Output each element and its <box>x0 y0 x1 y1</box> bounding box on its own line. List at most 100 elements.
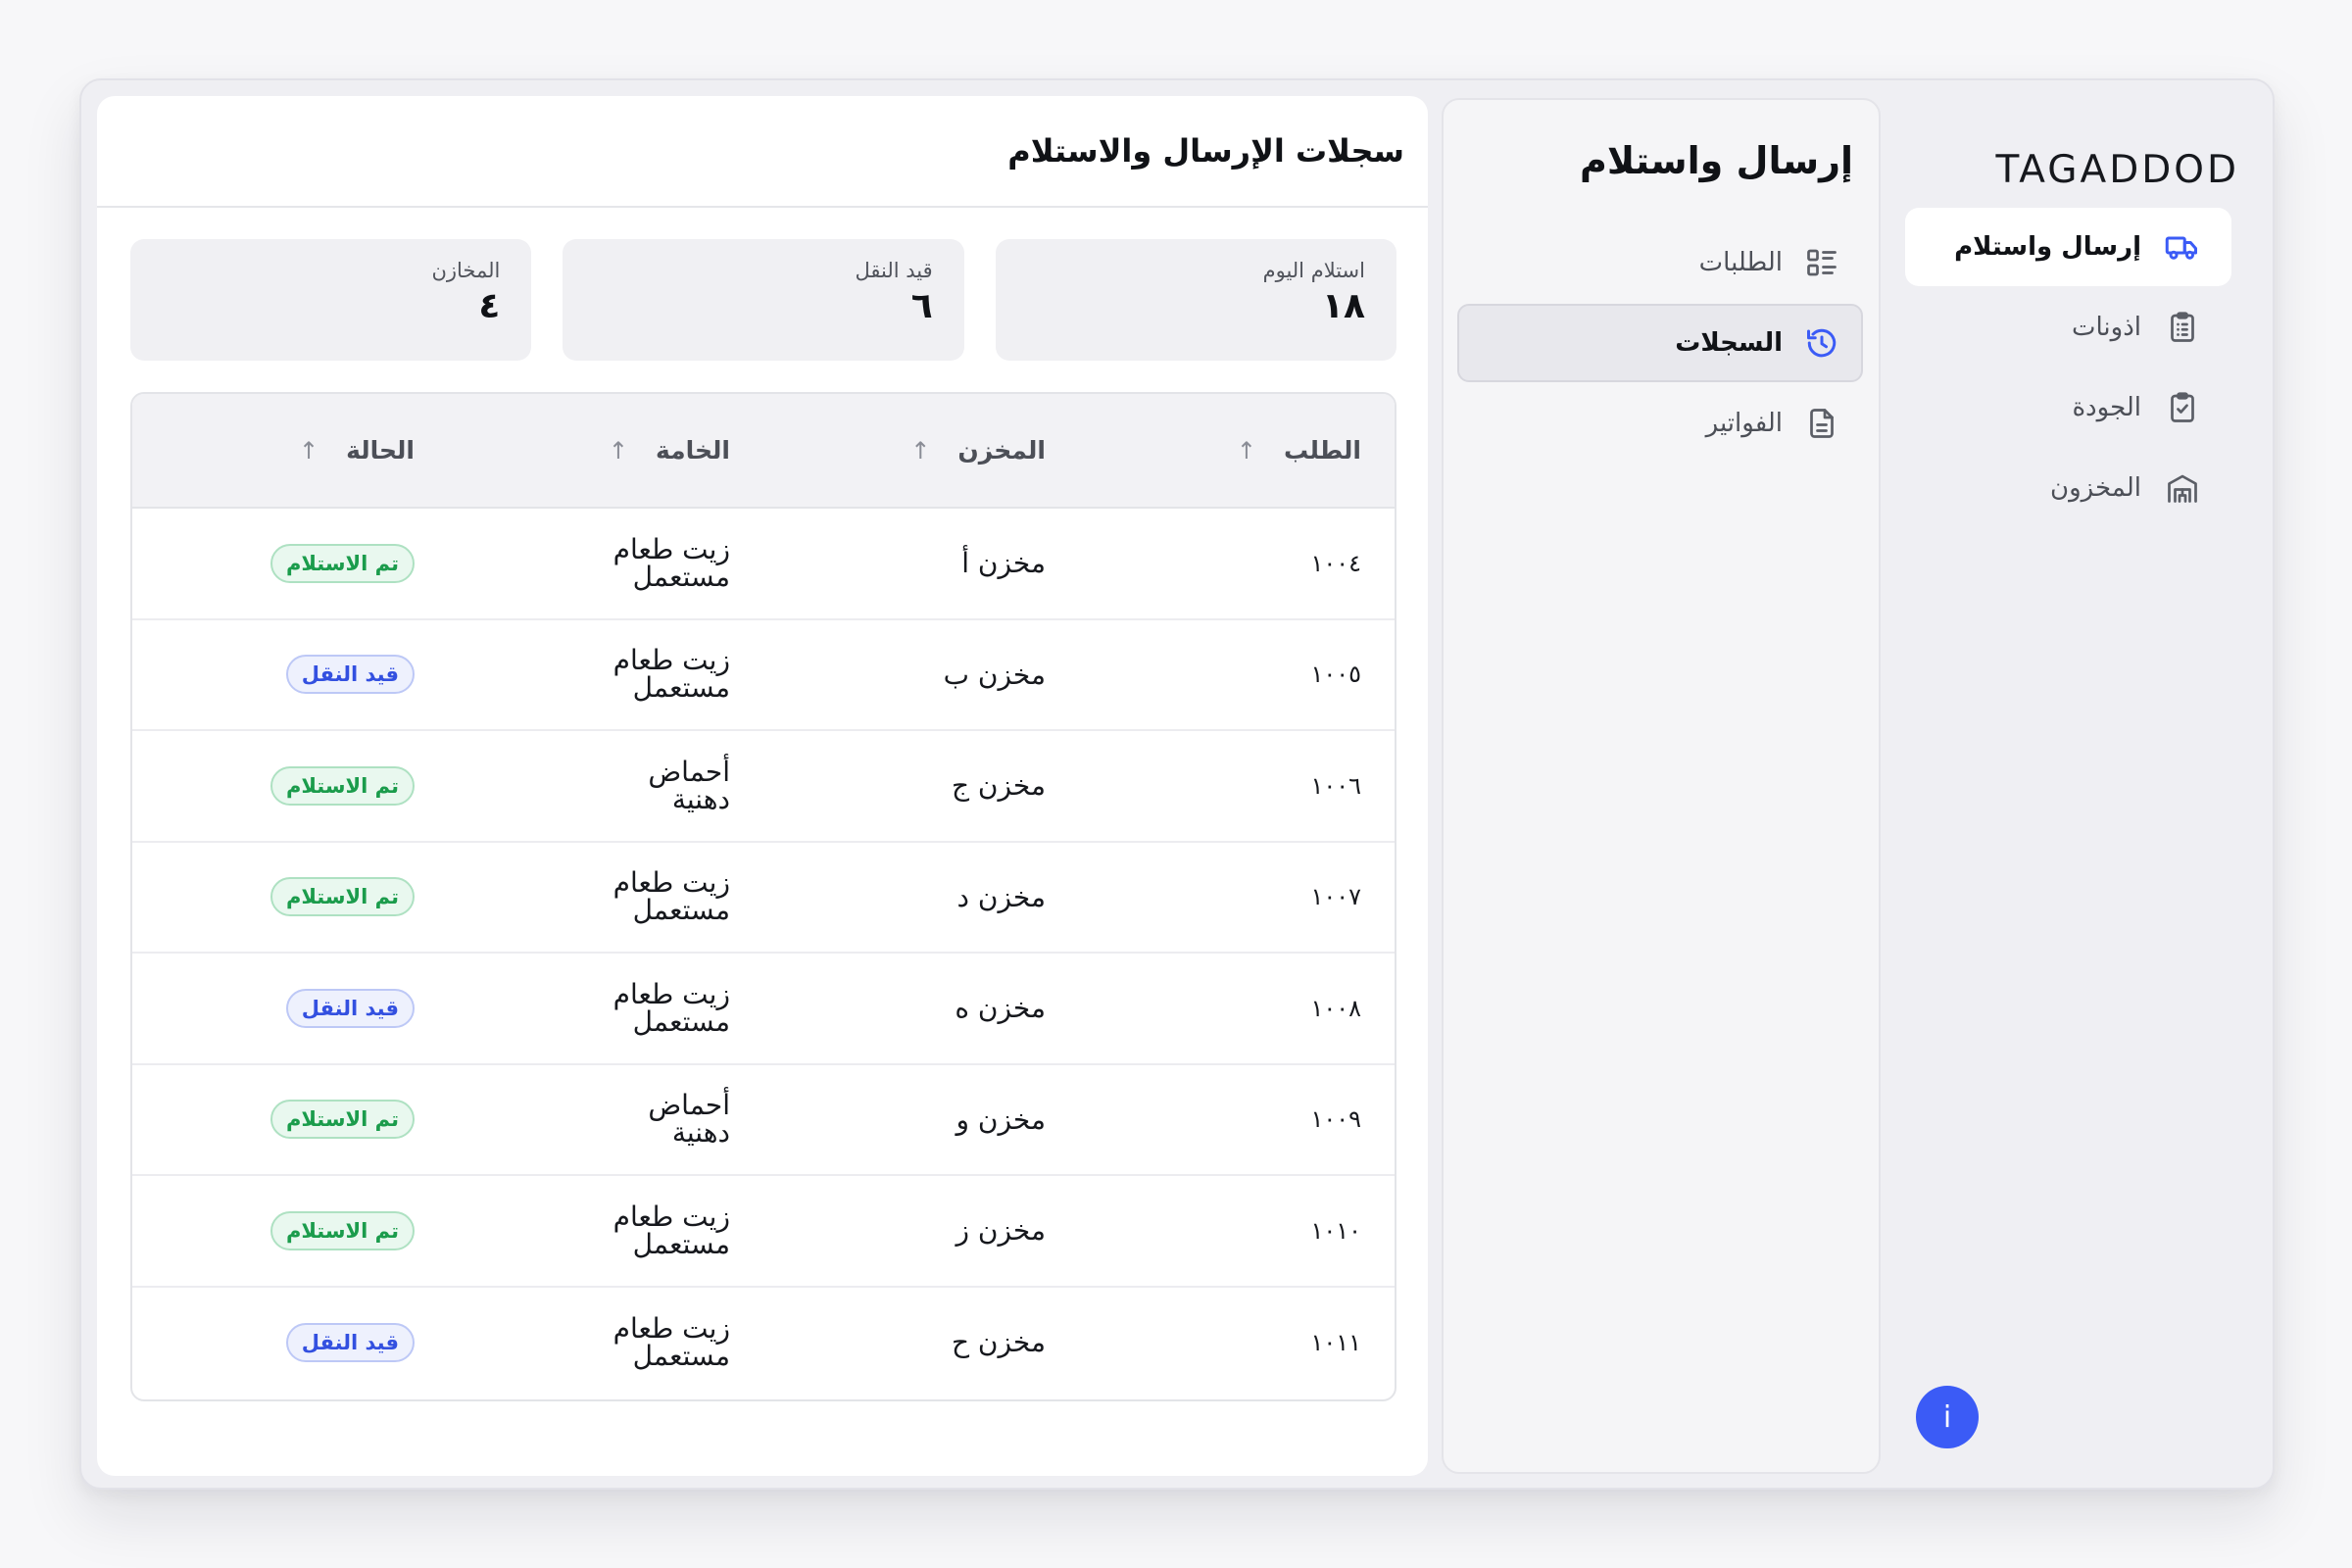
sub-item-label: الطلبات <box>1698 248 1783 277</box>
stat-card-warehouses: المخازن ٤ <box>130 239 532 361</box>
column-header-label: الحالة <box>346 436 415 465</box>
sub-item-label: الفواتير <box>1705 409 1783 438</box>
info-button[interactable]: i <box>1916 1386 1979 1448</box>
cell-warehouse: مخزن ب <box>763 618 1079 731</box>
stat-label: استلام اليوم <box>1262 259 1365 282</box>
material-text: زيت طعام مستعمل <box>612 977 730 1038</box>
stats-row: استلام اليوم ١٨ قيد النقل ٦ المخازن ٤ <box>130 239 1396 361</box>
status-badge: قيد النقل <box>285 655 415 695</box>
sub-nav: الطلبات السجلات الفواتير <box>1457 223 1863 465</box>
material-text: زيت طعام مستعمل <box>612 1200 730 1260</box>
column-header-status[interactable]: الحالة ↑ <box>132 394 448 509</box>
nav-item-label: الجودة <box>2072 393 2141 422</box>
nav-item-label: اذونات <box>2072 313 2141 342</box>
sort-arrow-icon[interactable]: ↑ <box>1237 437 1256 465</box>
cell-status: قيد النقل <box>132 953 448 1065</box>
main-nav: إرسال واستلام اذونات الجودة المخزون <box>1905 208 2231 529</box>
material-text: زيت طعام مستعمل <box>612 866 730 927</box>
material-text: زيت طعام مستعمل <box>612 1311 730 1372</box>
nav-item-label: المخزون <box>2050 473 2141 503</box>
cell-status: تم الاستلام <box>132 730 448 843</box>
sub-panel-title: إرسال واستلام <box>1580 139 1853 182</box>
table-row[interactable]: ١٠١١ مخزن ح زيت طعام مستعمل قيد النقل <box>132 1287 1395 1398</box>
cell-order-id: ١٠٠٥ <box>1079 618 1395 731</box>
cell-status: تم الاستلام <box>132 841 448 954</box>
stat-label: المخازن <box>431 259 501 282</box>
sort-arrow-icon[interactable]: ↑ <box>299 437 318 465</box>
column-header-order[interactable]: الطلب ↑ <box>1079 394 1395 509</box>
list-details-icon <box>1802 243 1841 282</box>
main-sidebar: TAGADDOD إرسال واستلام اذونات الجودة الم… <box>1881 80 2273 1488</box>
material-text: أحماض دهنية <box>648 755 730 815</box>
app-window: TAGADDOD إرسال واستلام اذونات الجودة الم… <box>79 78 2275 1490</box>
history-icon <box>1802 323 1841 363</box>
cell-status: قيد النقل <box>132 1287 448 1398</box>
cell-order-id: ١٠٠٤ <box>1079 508 1395 620</box>
cell-order-id: ١٠٠٧ <box>1079 841 1395 954</box>
column-header-label: الخامة <box>655 436 730 465</box>
sub-panel: إرسال واستلام الطلبات السجلات الفواتير <box>1442 98 1881 1474</box>
warehouse-icon <box>2163 468 2202 508</box>
cell-material: زيت طعام مستعمل <box>448 953 763 1065</box>
table-header-row: الطلب ↑ المخزن ↑ الخامة ↑ الحالة ↑ <box>132 394 1395 509</box>
column-header-material[interactable]: الخامة ↑ <box>448 394 763 509</box>
nav-item-label: إرسال واستلام <box>1954 232 2141 262</box>
clipboard-check-icon <box>2163 388 2202 427</box>
cell-warehouse: مخزن ه <box>763 953 1079 1065</box>
cell-warehouse: مخزن و <box>763 1063 1079 1176</box>
stat-label: قيد النقل <box>855 259 933 282</box>
table-row[interactable]: ١٠١٠ مخزن ز زيت طعام مستعمل تم الاستلام <box>132 1175 1395 1288</box>
status-badge: قيد النقل <box>285 988 415 1028</box>
nav-item-send-receive[interactable]: إرسال واستلام <box>1905 208 2231 286</box>
cell-warehouse: مخزن ز <box>763 1175 1079 1288</box>
sort-arrow-icon[interactable]: ↑ <box>609 437 628 465</box>
stat-value: ٦ <box>910 286 933 326</box>
nav-item-quality[interactable]: الجودة <box>1905 368 2231 447</box>
sort-arrow-icon[interactable]: ↑ <box>910 437 930 465</box>
file-text-icon <box>1802 404 1841 443</box>
clipboard-list-icon <box>2163 308 2202 347</box>
cell-material: زيت طعام مستعمل <box>448 1287 763 1398</box>
table-row[interactable]: ١٠٠٤ مخزن أ زيت طعام مستعمل تم الاستلام <box>132 508 1395 620</box>
brand-logo: TAGADDOD <box>1995 148 2239 192</box>
stat-card-received-today: استلام اليوم ١٨ <box>995 239 1396 361</box>
cell-warehouse: مخزن ج <box>763 730 1079 843</box>
column-header-warehouse[interactable]: المخزن ↑ <box>763 394 1079 509</box>
cell-order-id: ١٠١١ <box>1310 1328 1361 1356</box>
table-row[interactable]: ١٠٠٦ مخزن ج أحماض دهنية تم الاستلام <box>132 730 1395 843</box>
status-badge: تم الاستلام <box>270 1100 415 1140</box>
page-title: سجلات الإرسال والاستلام <box>1007 132 1404 170</box>
stat-card-in-transit: قيد النقل ٦ <box>563 239 964 361</box>
sub-item-label: السجلات <box>1675 328 1783 358</box>
material-text: زيت طعام مستعمل <box>612 532 730 593</box>
cell-material: زيت طعام مستعمل <box>448 508 763 620</box>
cell-warehouse: مخزن ح <box>951 1326 1046 1359</box>
cell-status: تم الاستلام <box>132 1175 448 1288</box>
content-header: سجلات الإرسال والاستلام <box>97 96 1428 208</box>
table-row[interactable]: ١٠٠٧ مخزن د زيت طعام مستعمل تم الاستلام <box>132 841 1395 954</box>
cell-warehouse: مخزن أ <box>763 508 1079 620</box>
cell-warehouse: مخزن د <box>763 841 1079 954</box>
content-card: سجلات الإرسال والاستلام استلام اليوم ١٨ … <box>97 96 1428 1476</box>
cell-material: زيت طعام مستعمل <box>448 1175 763 1288</box>
table-row[interactable]: ١٠٠٨ مخزن ه زيت طعام مستعمل قيد النقل <box>132 953 1395 1065</box>
cell-status: قيد النقل <box>132 618 448 731</box>
status-badge: تم الاستلام <box>270 1210 415 1250</box>
cell-material: أحماض دهنية <box>448 730 763 843</box>
sub-item-orders[interactable]: الطلبات <box>1457 223 1863 302</box>
cell-material: أحماض دهنية <box>448 1063 763 1176</box>
status-badge: قيد النقل <box>285 1322 415 1362</box>
nav-item-permits[interactable]: اذونات <box>1905 288 2231 367</box>
table-row[interactable]: ١٠٠٥ مخزن ب زيت طعام مستعمل قيد النقل <box>132 618 1395 731</box>
table-row[interactable]: ١٠٠٩ مخزن و أحماض دهنية تم الاستلام <box>132 1063 1395 1176</box>
status-badge: تم الاستلام <box>270 765 415 806</box>
cell-order-id: ١٠٠٩ <box>1079 1063 1395 1176</box>
column-header-label: الطلب <box>1284 436 1361 465</box>
sub-item-invoices[interactable]: الفواتير <box>1457 384 1863 463</box>
cell-order-id: ١٠٠٦ <box>1079 730 1395 843</box>
nav-item-inventory[interactable]: المخزون <box>1905 449 2231 527</box>
cell-status: تم الاستلام <box>132 508 448 620</box>
records-table: الطلب ↑ المخزن ↑ الخامة ↑ الحالة ↑ ١٠٠٤ مخزن… <box>130 392 1396 1401</box>
material-text: أحماض دهنية <box>648 1089 730 1150</box>
sub-item-records[interactable]: السجلات <box>1457 304 1863 382</box>
